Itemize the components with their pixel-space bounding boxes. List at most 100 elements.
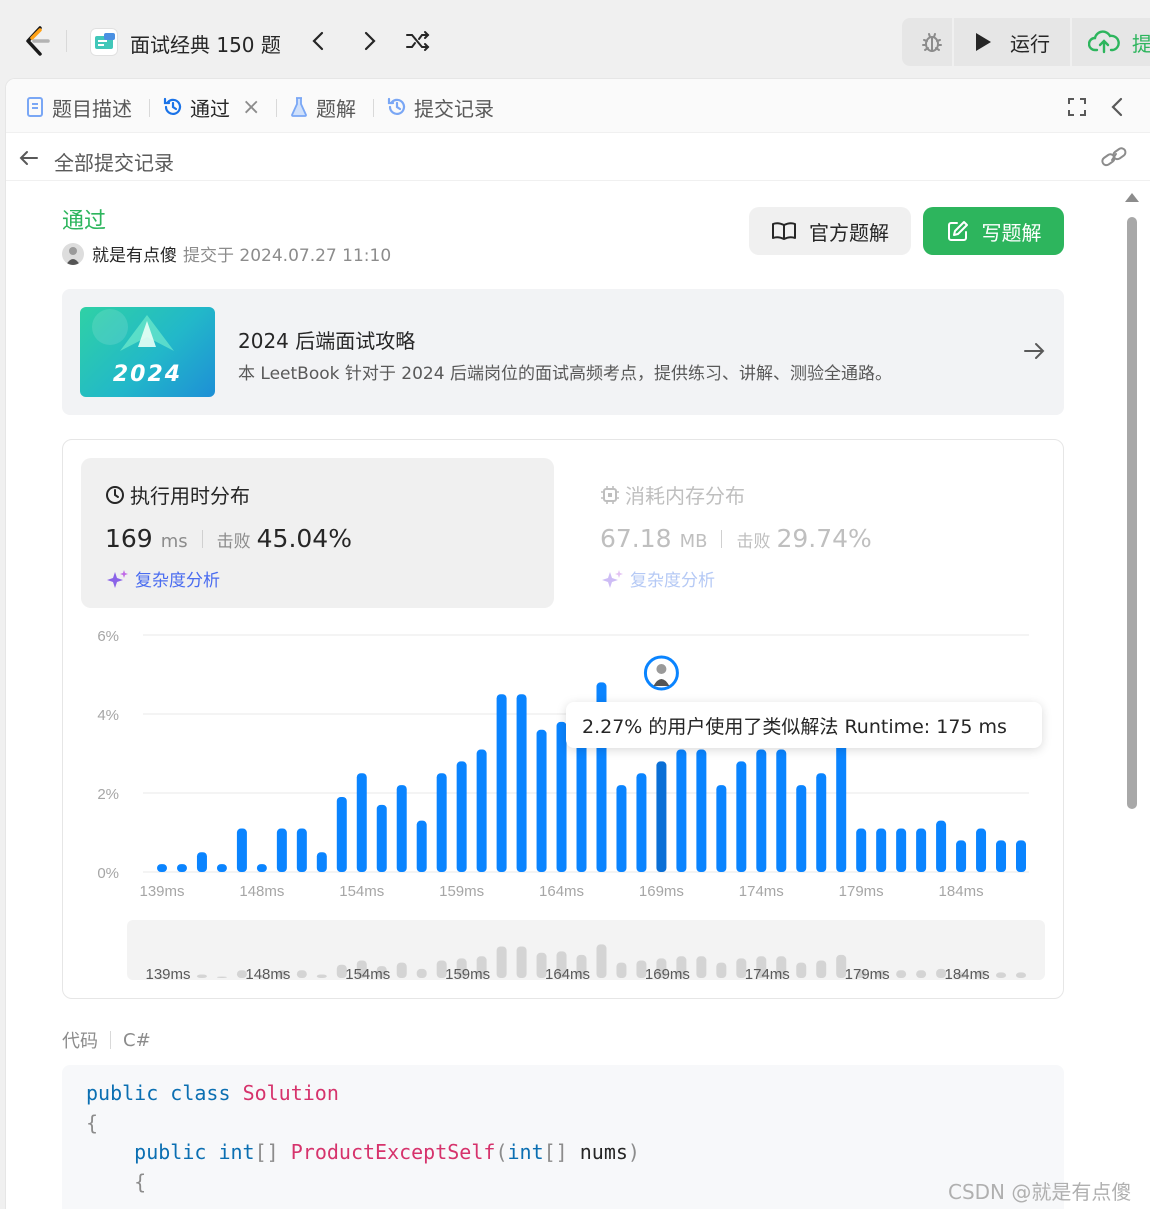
minimap-bar [416, 968, 427, 978]
chart-bar [776, 749, 787, 872]
watermark: CSDN @就是有点傻 [948, 1180, 1132, 1204]
submission-panel: 题目描述 通过 × 题解 提交记录 全部提交记录 通过 就是有点傻 提交于 20… [5, 78, 1150, 1209]
write-solution-button[interactable]: 写题解 [923, 207, 1064, 255]
chart-bar [336, 796, 347, 872]
chart-bar [216, 864, 227, 872]
back-to-all-submissions[interactable]: 全部提交记录 [54, 147, 174, 176]
chart-bar [756, 749, 767, 872]
action-button-group: 运行 提 [902, 18, 1150, 66]
problem-list-title[interactable]: 面试经典 150 题 [130, 29, 281, 58]
avatar[interactable] [62, 242, 84, 265]
avatar-head [656, 664, 667, 674]
chart-bar [816, 773, 827, 872]
chevron-left-icon [1111, 97, 1123, 117]
next-problem-button[interactable] [355, 26, 385, 56]
chart-bar [157, 864, 167, 872]
study-plan-icon[interactable] [90, 28, 118, 56]
chart-bar [416, 820, 427, 872]
chart-bar [576, 741, 587, 872]
tab-label: 题解 [316, 96, 356, 121]
tab-solutions[interactable]: 题解 [288, 93, 356, 121]
minimap-bar [196, 974, 207, 978]
minimap-bar [616, 962, 627, 978]
minimap-tick-label: 164ms [545, 966, 590, 983]
code-line: public class Solution [86, 1081, 339, 1105]
tab-description[interactable]: 题目描述 [24, 93, 132, 121]
chart-bar [316, 852, 327, 872]
chart-bar [636, 773, 647, 872]
code-line: public int[] ProductExceptSelf(int[] num… [134, 1140, 640, 1164]
submit-button[interactable]: 提 [1088, 18, 1150, 66]
x-tick-label: 174ms [739, 883, 784, 900]
tab-label: 提交记录 [414, 96, 494, 121]
minimap-tick-label: 154ms [345, 966, 390, 983]
write-solution-label: 写题解 [981, 220, 1042, 245]
chart-bar [536, 729, 547, 872]
run-button[interactable]: 运行 [972, 18, 1050, 66]
minimap-bar [696, 956, 707, 978]
divider [1070, 18, 1072, 66]
cloud-upload-icon [1088, 30, 1120, 54]
leetcode-logo-icon[interactable] [20, 24, 54, 58]
chevron-right-icon [364, 31, 376, 51]
minimap-tick-label: 148ms [245, 966, 290, 983]
scroll-up-arrow[interactable] [1125, 193, 1139, 202]
play-icon [976, 33, 991, 51]
leetbook-cover: 2024 [80, 307, 215, 397]
chart-bar [176, 864, 187, 872]
minimap-tick-label: 159ms [445, 966, 490, 983]
chart-bar [556, 721, 567, 872]
divider [952, 18, 954, 66]
submission-time: 提交于 2024.07.27 11:10 [183, 246, 392, 266]
x-tick-label: 148ms [239, 883, 284, 900]
scrollbar-thumb[interactable] [1127, 217, 1137, 809]
random-problem-button[interactable] [403, 26, 433, 56]
chart-bar [456, 761, 467, 872]
close-icon[interactable]: × [242, 95, 260, 120]
performance-card: 执行用时分布 169 ms 击败 45.04% 复杂度分析 消耗内存分布 67.… [62, 439, 1064, 999]
leetbook-banner[interactable]: 2024 2024 后端面试攻略 本 LeetBook 针对于 2024 后端岗… [62, 289, 1064, 415]
top-bar: 面试经典 150 题 运行 提 [0, 0, 1150, 82]
history-icon [386, 96, 408, 118]
official-solution-button[interactable]: 官方题解 [749, 207, 911, 255]
tab-submissions[interactable]: 提交记录 [386, 93, 494, 121]
chart-tooltip: 2.27% 的用户使用了类似解法 Runtime: 175 ms [566, 702, 1042, 748]
chart-bar [976, 828, 987, 872]
submit-label: 提 [1132, 31, 1150, 56]
username[interactable]: 就是有点傻 [92, 241, 177, 266]
back-row: 全部提交记录 [6, 133, 1150, 181]
tab-label: 题目描述 [52, 96, 132, 121]
chart-bar [696, 749, 707, 872]
minimap-bar [516, 946, 527, 978]
chart-bar [396, 785, 407, 872]
prev-problem-button[interactable] [303, 26, 333, 56]
chart-bar [616, 785, 627, 872]
fullscreen-button[interactable] [1066, 93, 1088, 121]
link-icon[interactable] [1100, 145, 1128, 169]
minimap-bar [316, 974, 327, 978]
debug-button[interactable] [914, 18, 950, 66]
tab-accepted[interactable]: 通过 × [162, 93, 260, 121]
chart-bar [876, 828, 887, 872]
leetbook-description: 本 LeetBook 针对于 2024 后端岗位的面试高频考点，提供练习、讲解、… [238, 364, 892, 384]
minimap-bar [296, 970, 307, 978]
x-tick-label: 159ms [439, 883, 484, 900]
minimap-tick-label: 139ms [145, 966, 190, 983]
official-solution-label: 官方题解 [809, 220, 889, 245]
chart-bar [516, 694, 527, 872]
code-language: C# [123, 1029, 151, 1051]
code-line: { [86, 1110, 99, 1135]
minimap-tick-label: 179ms [845, 966, 890, 983]
minimap-bar [796, 962, 807, 978]
chart-bar [436, 773, 447, 872]
minimap-bar [816, 960, 827, 978]
chart-bar [936, 820, 947, 872]
tab-bar: 题目描述 通过 × 题解 提交记录 [6, 79, 1150, 133]
code-block[interactable]: public class Solution { public int[] Pro… [62, 1065, 1064, 1209]
code-label: 代码 [62, 1031, 98, 1052]
collapse-panel-button[interactable] [1109, 93, 1125, 121]
minimap-tick-label: 169ms [645, 966, 690, 983]
run-label: 运行 [1010, 31, 1050, 56]
arrow-left-icon[interactable] [18, 147, 40, 169]
chart-bar [476, 749, 487, 872]
